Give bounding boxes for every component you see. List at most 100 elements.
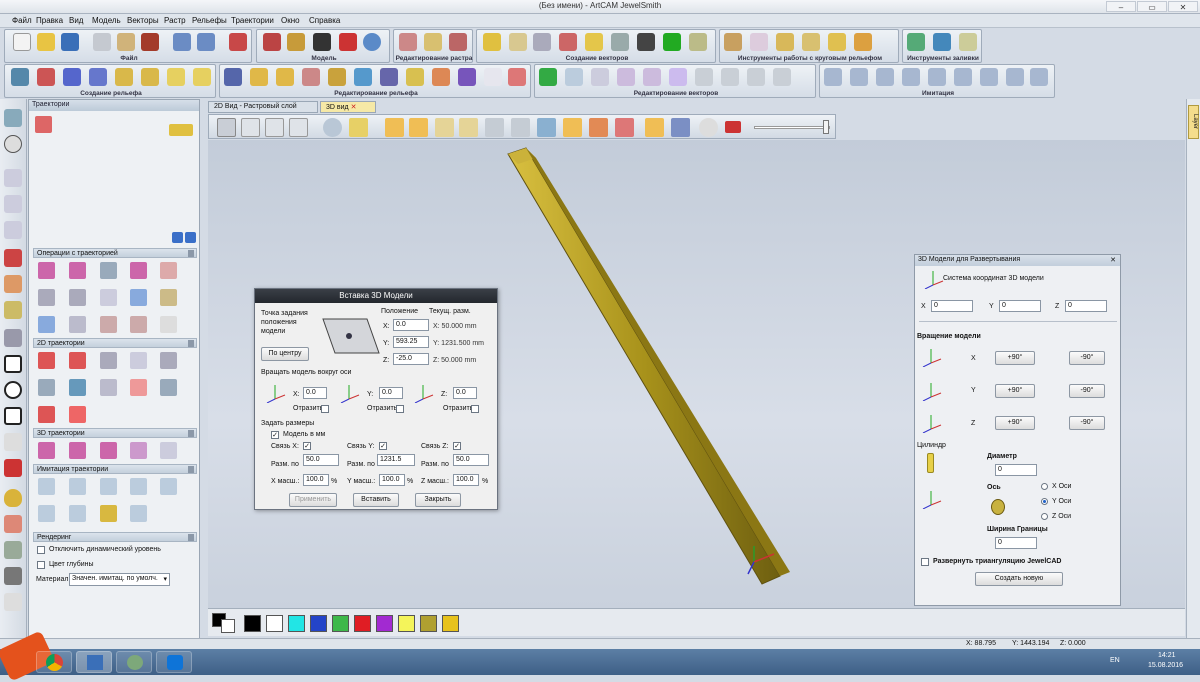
- t2d-6-icon[interactable]: [38, 379, 55, 396]
- anchor-point-diagram[interactable]: [319, 315, 383, 357]
- axis-y-radio[interactable]: [1041, 498, 1048, 505]
- t3d-5-icon[interactable]: [160, 442, 177, 459]
- rot-y-input[interactable]: 0.0: [379, 387, 403, 399]
- close-window-button[interactable]: ✕: [1168, 1, 1198, 12]
- rot-z-input[interactable]: 0.0: [453, 387, 477, 399]
- render-mode1-icon[interactable]: [385, 118, 404, 137]
- relief-edit1-icon[interactable]: [224, 68, 242, 86]
- t2d-10-icon[interactable]: [160, 379, 177, 396]
- maximize-button[interactable]: ▭: [1137, 1, 1167, 12]
- toolpath-key-icon[interactable]: [169, 124, 193, 136]
- t2d-1-icon[interactable]: [38, 352, 55, 369]
- relief-tool2-icon[interactable]: [37, 68, 55, 86]
- relief-edit7-icon[interactable]: [380, 68, 398, 86]
- op-12-icon[interactable]: [69, 316, 86, 333]
- eye-view-icon[interactable]: [725, 121, 741, 133]
- close-tab-icon[interactable]: ✕: [351, 104, 357, 111]
- op-14-icon[interactable]: [130, 316, 147, 333]
- close-panel-icon[interactable]: ✕: [1110, 256, 1116, 264]
- rotary-ring-icon[interactable]: [724, 33, 742, 51]
- section-rendering[interactable]: Рендеринг: [33, 532, 197, 542]
- arc-icon[interactable]: [4, 433, 22, 451]
- paste-icon[interactable]: [141, 33, 159, 51]
- gold-bar-model[interactable]: [507, 147, 781, 585]
- relief-edit11-icon[interactable]: [484, 68, 502, 86]
- rotate-x-plus90-button[interactable]: +90°: [995, 351, 1035, 365]
- model-globe-icon[interactable]: [363, 33, 381, 51]
- zoom-tool-icon[interactable]: [4, 109, 22, 127]
- swatch-white[interactable]: [266, 615, 283, 632]
- t2d-7-icon[interactable]: [69, 379, 86, 396]
- rotate-z-minus90-button[interactable]: -90°: [1069, 416, 1105, 430]
- disable-dynamic-checkbox[interactable]: [37, 546, 45, 554]
- vec-edit6-icon[interactable]: [669, 68, 687, 86]
- op-2-icon[interactable]: [69, 262, 86, 279]
- model-mm-checkbox[interactable]: ✓: [271, 431, 279, 439]
- open-folder-icon[interactable]: [37, 33, 55, 51]
- transform-icon[interactable]: [4, 221, 22, 239]
- menu-edit[interactable]: Правка: [36, 16, 63, 25]
- swatch-black[interactable]: [244, 615, 261, 632]
- vec-edit2-icon[interactable]: [565, 68, 583, 86]
- material-select[interactable]: Значен. имитац. по умолч. ▾: [69, 573, 170, 586]
- fill-chain-icon[interactable]: [959, 33, 977, 51]
- vec-edit1-icon[interactable]: [539, 68, 557, 86]
- insert-button[interactable]: Вставить: [353, 493, 399, 507]
- border-width-input[interactable]: 0: [995, 537, 1037, 549]
- minimize-button[interactable]: –: [1106, 1, 1136, 12]
- raster-brush-icon[interactable]: [449, 33, 467, 51]
- vector-curve-icon[interactable]: [509, 33, 527, 51]
- star-view-icon[interactable]: [563, 118, 582, 137]
- fill-wave-icon[interactable]: [933, 33, 951, 51]
- op-15-icon[interactable]: [160, 316, 177, 333]
- select-arrow-icon[interactable]: [4, 169, 22, 187]
- op-1-icon[interactable]: [38, 262, 55, 279]
- imit-4-icon[interactable]: [130, 478, 147, 495]
- menu-window[interactable]: Окно: [281, 16, 300, 25]
- render-mode2-icon[interactable]: [435, 118, 454, 137]
- node-edit-icon[interactable]: [4, 195, 22, 213]
- relief-tool1-icon[interactable]: [11, 68, 29, 86]
- copy-icon[interactable]: [117, 33, 135, 51]
- vector-layers-icon[interactable]: [611, 33, 629, 51]
- menu-help[interactable]: Справка: [309, 16, 340, 25]
- vec-edit4-icon[interactable]: [617, 68, 635, 86]
- view-slider-handle[interactable]: [823, 120, 829, 134]
- section-toolpath-ops[interactable]: Операции с траекторией: [33, 248, 197, 258]
- arrow-up-icon[interactable]: [172, 232, 183, 243]
- t2d-11-icon[interactable]: [38, 406, 55, 423]
- op-3-icon[interactable]: [100, 262, 117, 279]
- tab-2d-view[interactable]: 2D Вид - Растровый слой: [208, 101, 318, 113]
- rotate-z-plus90-button[interactable]: +90°: [995, 416, 1035, 430]
- layer-view-icon[interactable]: [589, 118, 608, 137]
- pos-y-input[interactable]: 593.25: [393, 336, 429, 348]
- op-6-icon[interactable]: [38, 289, 55, 306]
- vector-star-icon[interactable]: [483, 33, 501, 51]
- pos-z-input[interactable]: -25.0: [393, 353, 429, 365]
- pos-x-input[interactable]: 0.0: [393, 319, 429, 331]
- imit-3-icon[interactable]: [100, 478, 117, 495]
- menu-view[interactable]: Вид: [69, 16, 83, 25]
- rotary-face-icon[interactable]: [828, 33, 846, 51]
- eraser-block-icon[interactable]: [4, 593, 22, 611]
- coord-z-input[interactable]: 0: [1065, 300, 1107, 312]
- render-mode5-icon[interactable]: [511, 118, 530, 137]
- edit-icon[interactable]: [229, 33, 247, 51]
- coord-y-input[interactable]: 0: [999, 300, 1041, 312]
- depth-color-checkbox[interactable]: [37, 561, 45, 569]
- swatch-blue[interactable]: [310, 615, 327, 632]
- imit-8-icon[interactable]: [100, 505, 117, 522]
- paint-icon[interactable]: [4, 275, 22, 293]
- swatch-gold[interactable]: [442, 615, 459, 632]
- imit6-icon[interactable]: [954, 68, 972, 86]
- vector-grid-icon[interactable]: [663, 33, 681, 51]
- undo-icon[interactable]: [173, 33, 191, 51]
- dim-x-input[interactable]: 50.0: [303, 454, 339, 466]
- imit9-icon[interactable]: [1030, 68, 1048, 86]
- pencil-icon[interactable]: [4, 249, 22, 267]
- menu-vectors[interactable]: Векторы: [127, 16, 159, 25]
- mirror-z-checkbox[interactable]: [471, 405, 479, 413]
- relief-edit8-icon[interactable]: [406, 68, 424, 86]
- menu-file[interactable]: Файл: [12, 16, 32, 25]
- relief-edit2-icon[interactable]: [250, 68, 268, 86]
